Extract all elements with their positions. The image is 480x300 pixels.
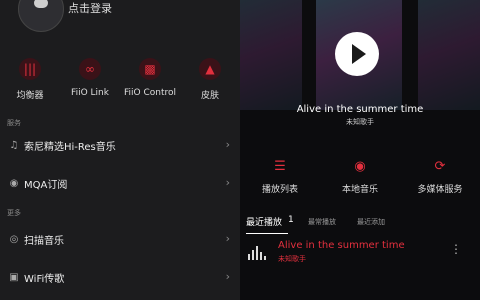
nav-local-music[interactable]: ◉ 本地音乐 [320, 158, 400, 195]
tab-recent-count: 1 [288, 215, 294, 225]
mqa-icon: ◉ [9, 178, 19, 189]
menu-label: 索尼精选Hi-Res音乐 [24, 142, 116, 153]
menu-label: MQA订阅 [24, 180, 68, 191]
nav-local-music-label: 本地音乐 [341, 185, 378, 195]
menu-row-sony-hires[interactable]: ♫ 索尼精选Hi-Res音乐 › [0, 130, 240, 162]
equalizer-button[interactable]: ||| 均衡器 [0, 58, 60, 101]
equalizer-label: 均衡器 [16, 91, 44, 101]
skin-button[interactable]: ▲ 皮肤 [180, 58, 240, 101]
recent-song-row[interactable]: Alive in the summer time 未知歌手 ⋮ [240, 238, 480, 268]
nav-media-service[interactable]: ⟳ 多媒体服务 [400, 158, 480, 195]
local-music-icon: ◉ [354, 159, 366, 174]
playlist-icon: ☰ [274, 159, 286, 174]
tab-indicator [246, 233, 288, 234]
scan-icon: ◎ [9, 234, 19, 245]
skin-icon: ▲ [199, 58, 221, 80]
album-cover-prev[interactable] [240, 0, 302, 110]
playing-bars-icon [248, 246, 266, 260]
nav-playlist[interactable]: ☰ 播放列表 [240, 158, 320, 195]
skin-label: 皮肤 [200, 91, 219, 101]
fiio-control-label: FiiO Control [123, 88, 176, 98]
play-button[interactable] [335, 32, 379, 76]
section-more: 更多 [7, 209, 21, 217]
wifi-transfer-icon: ▣ [9, 272, 19, 283]
equalizer-icon: ||| [19, 58, 41, 80]
music-note-icon: ♫ [9, 140, 19, 151]
tab-recently-added[interactable]: 最近添加 [357, 217, 385, 227]
media-service-icon: ⟳ [434, 159, 446, 174]
chevron-right-icon: › [225, 176, 230, 189]
chevron-right-icon: › [225, 232, 230, 245]
chevron-right-icon: › [225, 270, 230, 283]
control-icon: ▩ [139, 58, 161, 80]
tab-most-played[interactable]: 最常播放 [308, 217, 336, 227]
fiio-link-label: FiiO Link [71, 88, 109, 98]
menu-label: 扫描音乐 [24, 236, 64, 247]
recent-song-title: Alive in the summer time [278, 240, 405, 251]
menu-row-scan[interactable]: ◎ 扫描音乐 › [0, 224, 240, 256]
menu-row-mqa[interactable]: ◉ MQA订阅 › [0, 168, 240, 200]
album-cover-next[interactable] [418, 0, 480, 110]
login-area[interactable]: 点击登录 [0, 0, 240, 44]
main-panel: Alive in the summer time 未知歌手 ☰ 播放列表 ◉ 本… [240, 0, 480, 300]
chevron-right-icon: › [225, 138, 230, 151]
nav-playlist-label: 播放列表 [261, 185, 298, 195]
avatar[interactable] [18, 0, 64, 32]
fiio-link-button[interactable]: ∞ FiiO Link [60, 58, 120, 98]
recent-tabs: 最近播放 1 最常播放 最近添加 [240, 215, 480, 229]
more-options-icon[interactable]: ⋮ [450, 242, 462, 256]
section-service: 服务 [7, 119, 21, 127]
song-title: Alive in the summer time [296, 104, 424, 115]
menu-row-wifi[interactable]: ▣ WiFi传歌 › [0, 262, 240, 294]
fiio-control-button[interactable]: ▩ FiiO Control [120, 58, 180, 98]
link-icon: ∞ [79, 58, 101, 80]
song-artist: 未知歌手 [346, 118, 374, 126]
tab-recent-play[interactable]: 最近播放 [246, 215, 282, 228]
side-drawer: 点击登录 ||| 均衡器 ∞ FiiO Link ▩ FiiO Control … [0, 0, 240, 300]
login-label[interactable]: 点击登录 [68, 0, 112, 16]
nav-media-service-label: 多媒体服务 [417, 185, 463, 195]
recent-song-artist: 未知歌手 [278, 255, 306, 263]
menu-label: WiFi传歌 [24, 274, 65, 285]
